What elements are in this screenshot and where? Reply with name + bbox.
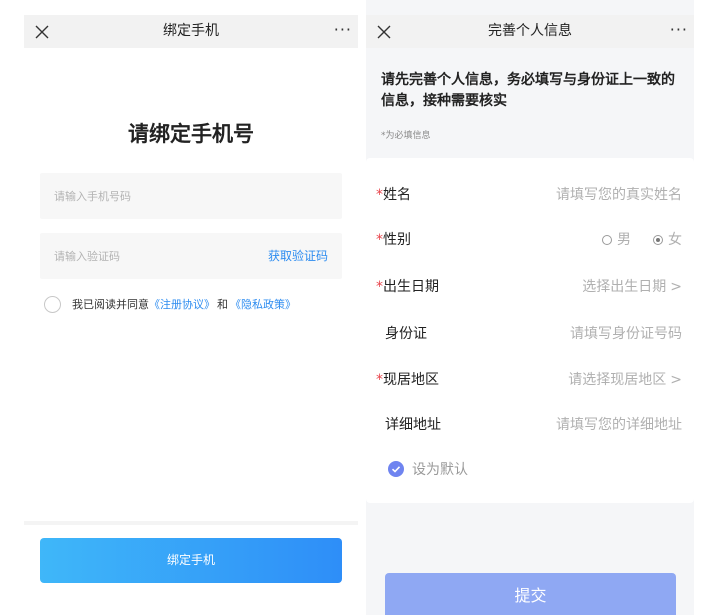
form-row-gender: *性别 男 女 [366,215,694,265]
name-input[interactable]: 请填写您的真实姓名 [556,170,682,220]
register-agreement-link[interactable]: 《注册协议》 [149,296,215,312]
nav-bar: 绑定手机 ··· [24,15,358,48]
set-default-label: 设为默认 [412,462,468,478]
bind-phone-button[interactable]: 绑定手机 [40,538,342,583]
gender-female-radio[interactable]: 女 [653,215,682,265]
birthdate-picker[interactable]: 选择出生日期 > [582,262,682,312]
form-row-name: *姓名 请填写您的真实姓名 [366,170,694,220]
agreement-row: 我已阅读并同意 《注册协议》 和 《隐私政策》 [44,293,296,315]
agree-prefix: 我已阅读并同意 [72,298,149,311]
address-input[interactable]: 请填写您的详细地址 [556,400,682,450]
privacy-policy-link[interactable]: 《隐私政策》 [230,296,296,312]
phone-field [40,173,342,219]
required-note: *为必填信息 [381,131,431,141]
field-label: *出生日期 [376,279,439,295]
profile-screen: 完善个人信息 ··· 请先完善个人信息，务必填写与身份证上一致的信息，接种需要核… [366,0,694,615]
set-default-toggle[interactable]: 设为默认 [388,459,468,479]
nav-title: 完善个人信息 [488,23,572,39]
code-input[interactable] [54,233,244,279]
submit-button[interactable]: 提交 [385,573,676,615]
nav-bar: 完善个人信息 ··· [366,15,694,48]
profile-form: *姓名 请填写您的真实姓名 *性别 男 女 *出生日期 选择出生日期 > 身份证 … [366,158,694,503]
phone-input[interactable] [54,173,244,219]
agree-checkbox[interactable] [44,295,61,313]
chevron-right-icon: > [670,279,682,295]
bind-phone-screen: 绑定手机 ··· 请绑定手机号 获取验证码 我已阅读并同意 《注册协议》 和 《… [24,0,358,615]
field-label: *现居地区 [376,372,439,388]
more-icon[interactable]: ··· [670,15,688,45]
id-card-input[interactable]: 请填写身份证号码 [570,309,682,359]
field-label: *姓名 [376,187,411,203]
field-label: 身份证 [385,326,427,342]
nav-title: 绑定手机 [163,23,219,39]
field-label: *性别 [376,232,411,248]
intro-text: 请先完善个人信息，务必填写与身份证上一致的信息，接种需要核实 [381,72,675,109]
region-picker[interactable]: 请选择现居地区 > [568,355,682,405]
form-row-region: *现居地区 请选择现居地区 > [366,355,694,405]
more-icon[interactable]: ··· [334,15,352,45]
page-title: 请绑定手机号 [128,122,254,146]
get-code-button[interactable]: 获取验证码 [268,233,328,279]
gender-options: 男 女 [580,215,682,265]
form-row-birthdate: *出生日期 选择出生日期 > [366,262,694,312]
divider [24,521,358,525]
radio-selected-icon [653,235,663,245]
form-row-address: 详细地址 请填写您的详细地址 [366,400,694,450]
field-label: 详细地址 [385,417,441,433]
chevron-right-icon: > [670,372,682,388]
gender-male-radio[interactable]: 男 [602,215,631,265]
radio-icon [602,235,612,245]
code-field: 获取验证码 [40,233,342,279]
check-circle-icon [388,461,404,477]
form-row-id-card: 身份证 请填写身份证号码 [366,309,694,359]
and-text: 和 [217,298,228,311]
